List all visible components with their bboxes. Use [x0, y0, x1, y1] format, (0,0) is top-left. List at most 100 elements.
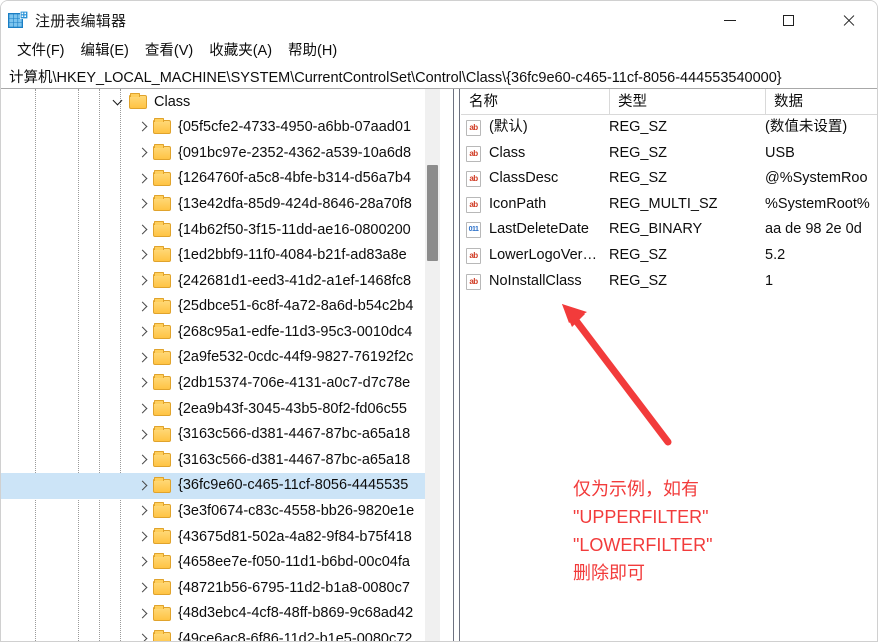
tree-item[interactable]: {242681d1-eed3-41d2-a1ef-1468fc8 — [1, 268, 438, 294]
tree-item-class[interactable]: Class — [1, 89, 438, 115]
value-type: REG_SZ — [609, 119, 668, 135]
value-type: REG_SZ — [609, 272, 668, 289]
registry-editor-icon — [8, 11, 28, 28]
title-bar: 注册表编辑器 — [1, 1, 877, 39]
tree-item[interactable]: {13e42dfa-85d9-424d-8646-28a70f8 — [1, 191, 438, 217]
window-title: 注册表编辑器 — [35, 13, 127, 30]
value-type: REG_MULTI_SZ — [609, 195, 718, 212]
folder-icon — [153, 451, 171, 468]
chevron-right-icon[interactable] — [135, 375, 151, 391]
string-value-icon: ab — [466, 247, 481, 264]
close-button[interactable] — [825, 1, 871, 39]
tree-item-label: {2db15374-706e-4131-a0c7-d7c78e — [178, 375, 411, 392]
folder-icon — [153, 527, 171, 544]
chevron-right-icon[interactable] — [135, 247, 151, 263]
tree-item-label: {14b62f50-3f15-11dd-ae16-0800200 — [178, 221, 411, 238]
tree-item[interactable]: {43675d81-502a-4a82-9f84-b75f418 — [1, 524, 438, 550]
tree-item[interactable]: {3163c566-d381-4467-87bc-a65a18 — [1, 447, 438, 473]
tree-item[interactable]: {1264760f-a5c8-4bfe-b314-d56a7b4 — [1, 166, 438, 192]
value-row[interactable]: ab IconPath REG_MULTI_SZ %SystemRoot% — [461, 192, 877, 218]
tree-item[interactable]: {3163c566-d381-4467-87bc-a65a18 — [1, 422, 438, 448]
registry-tree-pane[interactable]: Class {05f5cfe2-4733-4950-a6bb-07aad01 {0… — [1, 89, 456, 641]
value-name: (默认) — [489, 119, 528, 135]
tree-item[interactable]: {48d3ebc4-4cf8-48ff-b869-9c68ad42 — [1, 601, 438, 627]
chevron-right-icon[interactable] — [135, 171, 151, 187]
value-row[interactable]: ab Class REG_SZ USB — [461, 141, 877, 167]
menu-file[interactable]: 文件(F) — [9, 39, 73, 64]
chevron-right-icon[interactable] — [135, 554, 151, 570]
chevron-right-icon[interactable] — [135, 631, 151, 641]
tree-item[interactable]: {48721b56-6795-11d2-b1a8-0080c7 — [1, 575, 438, 601]
folder-icon — [153, 399, 171, 416]
tree-item[interactable]: {2a9fe532-0cdc-44f9-9827-76192f2c — [1, 345, 438, 371]
chevron-right-icon[interactable] — [135, 350, 151, 366]
tree-item[interactable]: {36fc9e60-c465-11cf-8056-4445535 — [1, 472, 438, 499]
pane-splitter[interactable] — [453, 89, 460, 641]
tree-item-label: {3163c566-d381-4467-87bc-a65a18 — [178, 451, 411, 468]
chevron-right-icon[interactable] — [135, 478, 151, 494]
tree-item[interactable]: {3e3f0674-c83c-4558-bb26-9820e1e — [1, 499, 438, 525]
tree-item[interactable]: {268c95a1-edfe-11d3-95c3-0010dc4 — [1, 319, 438, 345]
folder-icon — [153, 348, 171, 365]
value-row[interactable]: ab (默认) REG_SZ (数值未设置) — [461, 115, 877, 141]
value-row[interactable]: 011 LastDeleteDate REG_BINARY aa de 98 2e 0… — [461, 217, 877, 243]
chevron-right-icon[interactable] — [135, 145, 151, 161]
chevron-right-icon[interactable] — [135, 606, 151, 622]
tree-item[interactable]: {14b62f50-3f15-11dd-ae16-0800200 — [1, 217, 438, 243]
menu-favorites[interactable]: 收藏夹(A) — [201, 39, 280, 64]
chevron-right-icon[interactable] — [135, 452, 151, 468]
folder-icon — [153, 553, 171, 570]
chevron-right-icon[interactable] — [135, 273, 151, 289]
maximize-button[interactable] — [765, 1, 811, 39]
tree-item[interactable]: {1ed2bbf9-11f0-4084-b21f-ad83a8e — [1, 243, 438, 269]
address-bar[interactable]: 计算机\HKEY_LOCAL_MACHINE\SYSTEM\CurrentCon… — [1, 64, 877, 89]
tree-item[interactable]: {4658ee7e-f050-11d1-b6bd-00c04fa — [1, 550, 438, 576]
values-column-header: 名称 类型 数据 — [461, 89, 877, 115]
tree-item[interactable]: {25dbce51-6c8f-4a72-8a6d-b54c2b4 — [1, 294, 438, 320]
folder-icon — [153, 118, 171, 135]
menu-edit[interactable]: 编辑(E) — [73, 39, 137, 64]
value-data: @%SystemRoo — [765, 170, 868, 187]
value-name: ClassDesc — [489, 170, 559, 187]
folder-icon — [153, 246, 171, 263]
menu-view[interactable]: 查看(V) — [137, 39, 201, 64]
tree-item[interactable]: {05f5cfe2-4733-4950-a6bb-07aad01 — [1, 115, 438, 141]
chevron-right-icon[interactable] — [135, 222, 151, 238]
chevron-right-icon[interactable] — [135, 427, 151, 443]
value-row[interactable]: ab NoInstallClass REG_SZ 1 — [461, 269, 877, 295]
tree-item-label: Class — [154, 93, 191, 110]
menu-help[interactable]: 帮助(H) — [280, 39, 345, 64]
tree-item-label: {1264760f-a5c8-4bfe-b314-d56a7b4 — [178, 170, 412, 187]
value-row[interactable]: ab ClassDesc REG_SZ @%SystemRoo — [461, 166, 877, 192]
chevron-right-icon[interactable] — [135, 401, 151, 417]
value-name: Class — [489, 144, 526, 161]
value-data: aa de 98 2e 0d — [765, 221, 862, 238]
chevron-right-icon[interactable] — [135, 119, 151, 135]
tree-item[interactable]: {49ce6ac8-6f86-11d2-b1e5-0080c72 — [1, 626, 438, 641]
chevron-right-icon[interactable] — [135, 196, 151, 212]
scrollbar-thumb[interactable] — [427, 165, 438, 261]
value-row[interactable]: ab LowerLogoVer… REG_SZ 5.2 — [461, 243, 877, 269]
column-header-type[interactable]: 类型 — [609, 89, 765, 115]
minimize-button[interactable] — [707, 1, 753, 39]
tree-item[interactable]: {091bc97e-2352-4362-a539-10a6d8 — [1, 140, 438, 166]
chevron-right-icon[interactable] — [135, 503, 151, 519]
tree-item-label: {43675d81-502a-4a82-9f84-b75f418 — [178, 528, 412, 545]
column-header-data[interactable]: 数据 — [765, 89, 877, 115]
tree-item[interactable]: {2ea9b43f-3045-43b5-80f2-fd06c55 — [1, 396, 438, 422]
chevron-right-icon[interactable] — [135, 529, 151, 545]
tree-item-label: {13e42dfa-85d9-424d-8646-28a70f8 — [178, 195, 412, 212]
chevron-right-icon[interactable] — [135, 580, 151, 596]
tree-vertical-scrollbar[interactable] — [425, 89, 440, 641]
value-data: 1 — [765, 272, 774, 289]
folder-icon — [129, 92, 147, 109]
tree-item-label: {05f5cfe2-4733-4950-a6bb-07aad01 — [178, 119, 412, 136]
chevron-right-icon[interactable] — [135, 299, 151, 315]
tree-item[interactable]: {2db15374-706e-4131-a0c7-d7c78e — [1, 371, 438, 397]
column-header-name[interactable]: 名称 — [461, 89, 609, 115]
folder-icon — [153, 374, 171, 391]
folder-icon — [153, 579, 171, 596]
folder-icon — [153, 195, 171, 212]
chevron-down-icon[interactable] — [111, 94, 127, 110]
chevron-right-icon[interactable] — [135, 324, 151, 340]
